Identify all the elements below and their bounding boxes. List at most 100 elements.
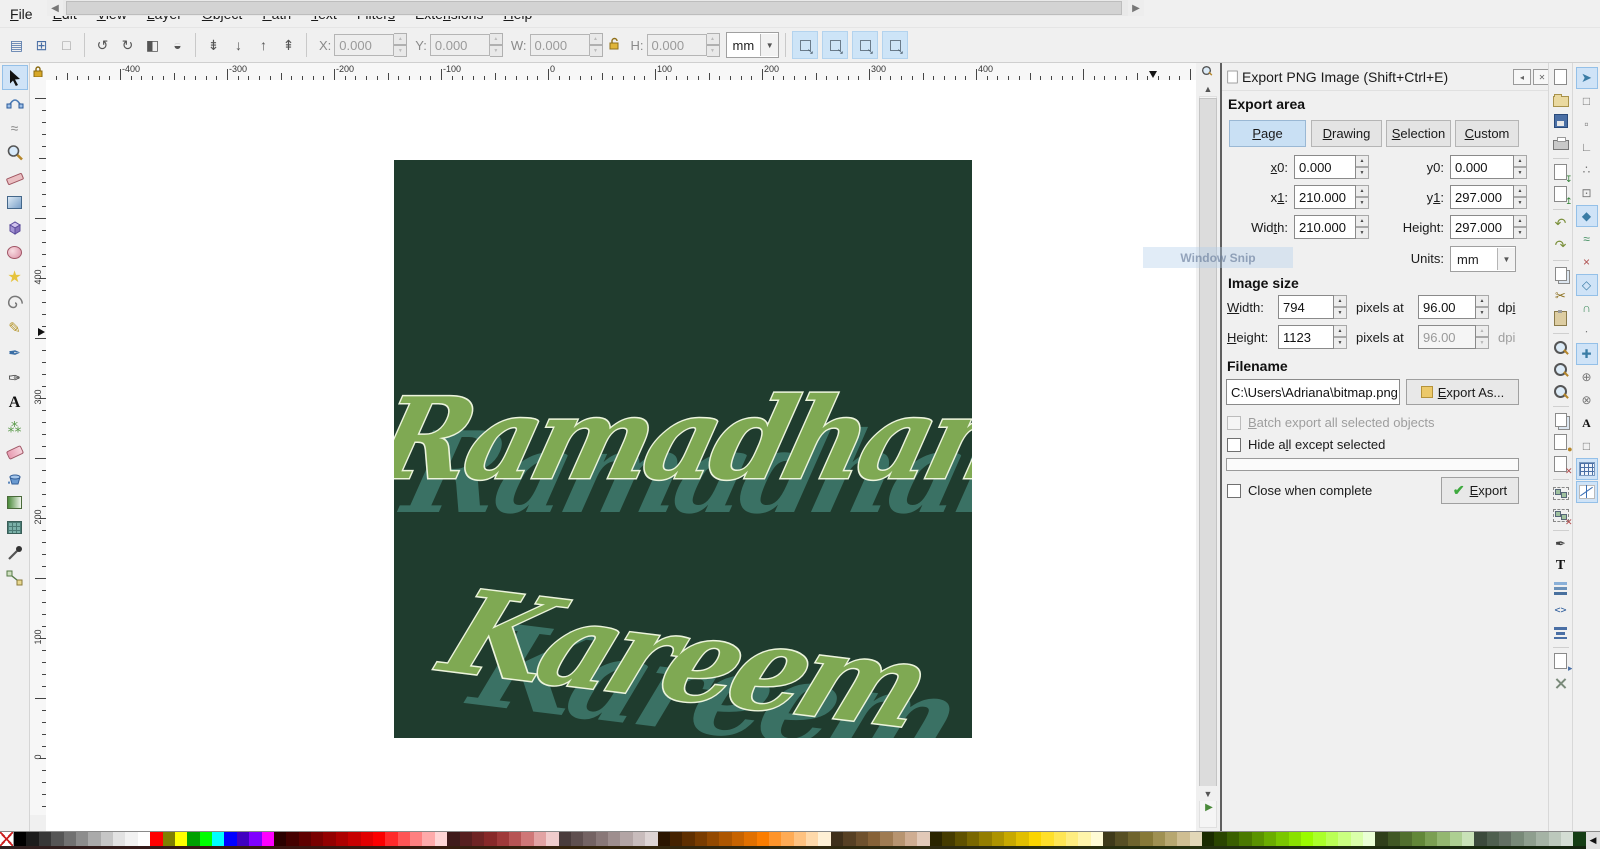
document-save-icon[interactable]	[1551, 111, 1571, 131]
hscroll-thumb[interactable]	[66, 1, 1122, 15]
swatch-eaffd5[interactable]	[1363, 832, 1375, 846]
swatch-746363[interactable]	[583, 832, 595, 846]
area-height-spinner[interactable]: ▲▼	[1514, 215, 1527, 239]
swatch-e17000[interactable]	[744, 832, 756, 846]
swatch-1a2b00[interactable]	[1202, 832, 1214, 846]
x1-input[interactable]	[1294, 185, 1356, 209]
swatch-ffab55[interactable]	[781, 832, 793, 846]
swatch-2b2500[interactable]	[930, 832, 942, 846]
preferences-icon[interactable]	[1551, 673, 1571, 693]
swatch-ffaaaa[interactable]	[422, 832, 434, 846]
xml-editor-icon[interactable]: <>	[1551, 600, 1571, 620]
raise-to-top-button[interactable]: ⇞	[277, 33, 300, 57]
x-spinner[interactable]: ▲▼	[394, 33, 407, 57]
image-width-spinner[interactable]: ▲▼	[1334, 295, 1347, 319]
export-icon[interactable]: ↥	[1551, 184, 1571, 204]
path-intersections-toggle[interactable]: ×	[1576, 251, 1598, 273]
swatch-c7a900[interactable]	[1004, 832, 1016, 846]
toolbar-units-dropdown[interactable]: mm▼	[726, 32, 780, 58]
swatch-e10000[interactable]	[361, 832, 373, 846]
paste-icon[interactable]	[1551, 308, 1571, 328]
rotate-90-cw-button[interactable]: ↻	[116, 33, 139, 57]
swatch-450000[interactable]	[286, 832, 298, 846]
swatch-c8bcbc[interactable]	[633, 832, 645, 846]
document-print-icon[interactable]	[1551, 133, 1571, 153]
swatch-bcc8bc[interactable]	[1549, 832, 1561, 846]
swatch-930000[interactable]	[323, 832, 335, 846]
swatch-1c1c1c[interactable]	[26, 832, 38, 846]
flip-vertical-button[interactable]: ◒	[166, 33, 189, 57]
swatch-fff4aa[interactable]	[1078, 832, 1090, 846]
swatch-9afb00[interactable]	[1301, 832, 1313, 846]
swatch-452200[interactable]	[670, 832, 682, 846]
swatch-b75454[interactable]	[509, 832, 521, 846]
swatch-a5b3a5[interactable]	[1536, 832, 1548, 846]
swatch-ffff00[interactable]	[175, 832, 187, 846]
swatch-7ac700[interactable]	[1276, 832, 1288, 846]
tool-eraser-icon[interactable]	[2, 440, 28, 465]
swatch-808000[interactable]	[163, 832, 175, 846]
swatch-adcf92[interactable]	[1450, 832, 1462, 846]
swatch-fbd500[interactable]	[1029, 832, 1041, 846]
swatch-94b770[interactable]	[1437, 832, 1449, 846]
tool-spiral-icon[interactable]	[2, 290, 28, 315]
lower-one-step-button[interactable]: ↓	[227, 33, 250, 57]
unlink-clone-icon[interactable]: ✕	[1551, 454, 1571, 474]
swatch-b3a5a5[interactable]	[620, 832, 632, 846]
swatch-d4ddd4[interactable]	[1561, 832, 1573, 846]
swatch-453b00[interactable]	[942, 832, 954, 846]
tool-star-icon[interactable]: ★	[2, 265, 28, 290]
swatch-c6c6c6[interactable]	[101, 832, 113, 846]
tool-box3d-icon[interactable]	[2, 215, 28, 240]
swatch-934900[interactable]	[707, 832, 719, 846]
swatch-796700[interactable]	[967, 832, 979, 846]
swatch-ff5555[interactable]	[398, 832, 410, 846]
rotate-90-ccw-button[interactable]: ↺	[91, 33, 114, 57]
swatch-9e8e8e[interactable]	[608, 832, 620, 846]
scroll-up-button[interactable]: ▲	[1198, 81, 1218, 96]
x0-spinner[interactable]: ▲▼	[1356, 155, 1369, 179]
zoom-drawing-icon[interactable]	[1551, 359, 1571, 379]
swatch-fb7d00[interactable]	[757, 832, 769, 846]
swatch-cfbe92[interactable]	[1177, 832, 1189, 846]
text-baselines-toggle[interactable]: A	[1576, 412, 1598, 434]
swatch-baff55[interactable]	[1326, 832, 1338, 846]
copy-icon[interactable]	[1551, 264, 1571, 284]
horizontal-scrollbar[interactable]	[46, 815, 1196, 831]
swatch-ddd4d4[interactable]	[645, 832, 657, 846]
canvas[interactable]: Ramadhan Kareem Ramadhan Kareem	[46, 80, 1196, 815]
swatch-ad0000[interactable]	[336, 832, 348, 846]
tool-connector-icon[interactable]	[2, 565, 28, 590]
snap-guides-toggle[interactable]	[1576, 481, 1598, 503]
image-height-input[interactable]	[1278, 325, 1334, 349]
swatch-caff80[interactable]	[1338, 832, 1350, 846]
swatch-cfad92[interactable]	[905, 832, 917, 846]
swatch-2b1500[interactable]	[658, 832, 670, 846]
export-as-button[interactable]: Export As...	[1406, 379, 1519, 405]
tool-selector-icon[interactable]	[2, 65, 28, 90]
duplicate-icon[interactable]	[1551, 410, 1571, 430]
swatch-0000ff[interactable]	[224, 832, 236, 846]
folder-open-icon[interactable]	[1551, 89, 1571, 109]
swatch-cf7777[interactable]	[521, 832, 533, 846]
export-area-custom-button[interactable]: Custom	[1455, 120, 1519, 147]
w-input[interactable]	[530, 34, 590, 56]
swatch-6aad00[interactable]	[1264, 832, 1276, 846]
swatch-143d14[interactable]	[1573, 832, 1585, 846]
snap-to-paths-toggle[interactable]: ≈	[1576, 228, 1598, 250]
object-centers-toggle[interactable]: ⊕	[1576, 366, 1598, 388]
fill-stroke-icon[interactable]: ✒	[1551, 534, 1571, 554]
swatch-9f3939[interactable]	[497, 832, 509, 846]
color-management-toggle[interactable]: ▶	[1202, 800, 1216, 814]
page-border-toggle[interactable]: □	[1576, 435, 1598, 457]
swatch-e2c9b8[interactable]	[917, 832, 929, 846]
smooth-nodes-toggle[interactable]: ∩	[1576, 297, 1598, 319]
swatch-3c4a3c[interactable]	[1474, 832, 1486, 846]
swatch-877938[interactable]	[1140, 832, 1152, 846]
undo-icon[interactable]: ↶	[1551, 213, 1571, 233]
snap-nodes-toggle[interactable]: ◆	[1576, 205, 1598, 227]
lower-to-bottom-button[interactable]: ⇟	[202, 33, 225, 57]
swatch-ad9300[interactable]	[992, 832, 1004, 846]
swatch-c9e2b8[interactable]	[1462, 832, 1474, 846]
tool-gradient-icon[interactable]	[2, 490, 28, 515]
